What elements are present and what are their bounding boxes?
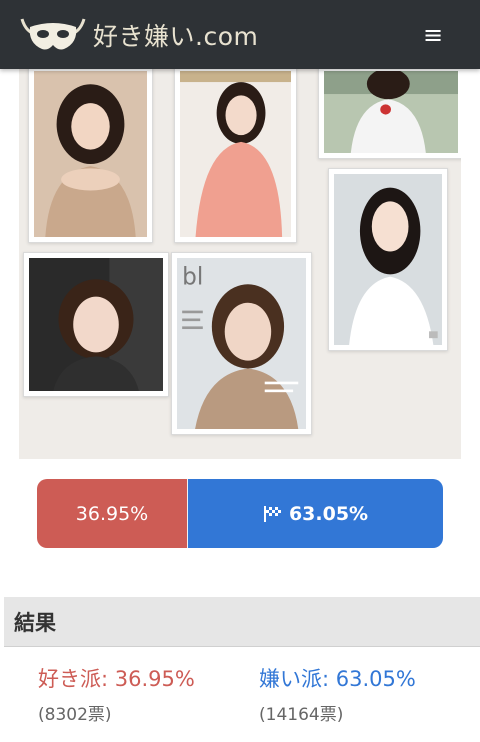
like-pct-label: 36.95% xyxy=(75,502,149,525)
photo-gallery: bl xyxy=(19,69,461,459)
svg-text:bl: bl xyxy=(182,262,203,290)
photo-3 xyxy=(324,71,458,153)
like-vote-button[interactable]: 36.95% xyxy=(37,479,188,548)
result-header: 結果 xyxy=(4,597,480,647)
photo-card-6[interactable]: bl xyxy=(171,252,312,435)
photo-card-4[interactable] xyxy=(328,168,448,351)
photo-card-3[interactable] xyxy=(318,69,461,159)
site-brand[interactable]: 好き嫌い.com xyxy=(93,17,258,53)
like-count: (8302票) xyxy=(38,705,112,725)
like-result: 好き派: 36.95% xyxy=(38,667,195,691)
photo-6 xyxy=(334,174,442,345)
photo-5: bl xyxy=(177,258,306,429)
photo-card-2[interactable] xyxy=(174,69,297,243)
dislike-vote-button[interactable]: 63.05% xyxy=(188,479,443,548)
photo-card-5[interactable] xyxy=(23,252,169,397)
hamburger-icon[interactable]: ≡ xyxy=(418,20,448,50)
flag-checkered-icon xyxy=(263,505,283,523)
site-header: 好き嫌い.com ≡ xyxy=(0,0,480,69)
photo-1 xyxy=(34,71,147,237)
dislike-result: 嫌い派: 63.05% xyxy=(259,667,416,691)
photo-2 xyxy=(180,71,291,237)
result-title: 結果 xyxy=(14,611,56,635)
dislike-pct-label: 63.05% xyxy=(288,502,369,525)
dislike-count: (14164票) xyxy=(259,705,344,725)
photo-card-1[interactable] xyxy=(28,69,153,243)
photo-4 xyxy=(29,258,163,391)
mask-icon[interactable] xyxy=(20,13,86,55)
vote-bar: 36.95% 63.05% xyxy=(37,479,443,548)
